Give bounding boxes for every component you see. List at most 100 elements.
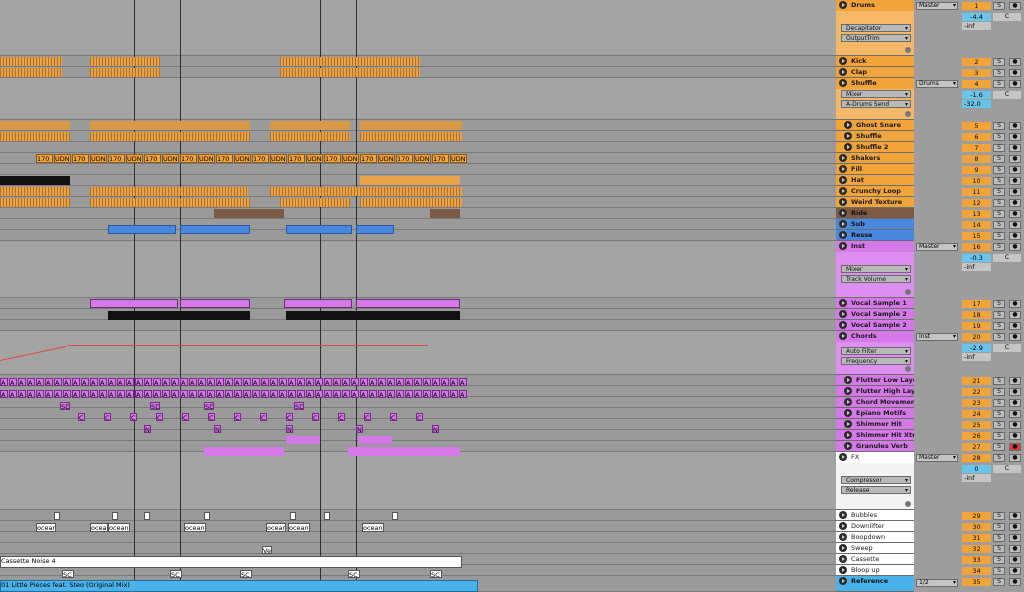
flutter-clip[interactable]: A (342, 390, 350, 398)
flutter-clip[interactable]: A (351, 390, 359, 398)
flutter-clip[interactable]: A (0, 390, 8, 398)
granules-clip[interactable] (204, 447, 284, 456)
track-number[interactable]: 14 (962, 221, 991, 229)
audio-clip[interactable] (0, 57, 62, 66)
flutter-clip[interactable]: A (387, 378, 395, 386)
flutter-clip[interactable]: A (144, 378, 152, 386)
solo-button[interactable]: S (993, 311, 1005, 319)
record-arm-button[interactable]: ● (1009, 534, 1021, 542)
epiano-clip[interactable]: C (182, 413, 189, 421)
flutter-clip[interactable]: A (441, 390, 449, 398)
pan-value[interactable]: C (993, 254, 1021, 262)
audio-clip[interactable] (360, 198, 462, 207)
audio-clip-udn[interactable]: 170 (324, 154, 341, 163)
track-header-sub[interactable]: Sub (836, 219, 914, 230)
track-fold-icon[interactable] (844, 132, 852, 140)
flutter-clip[interactable]: A (72, 390, 80, 398)
flutter-clip[interactable]: A (171, 378, 179, 386)
flutter-clip[interactable]: A (459, 390, 467, 398)
flutter-clip[interactable]: A (432, 378, 440, 386)
solo-button[interactable]: S (993, 166, 1005, 174)
flutter-clip[interactable]: A (225, 378, 233, 386)
audio-clip[interactable] (0, 187, 70, 196)
solo-button[interactable]: S (993, 122, 1005, 130)
audio-output-selector[interactable]: 1/2 (916, 579, 958, 587)
track-number[interactable]: 24 (962, 410, 991, 418)
track-fold-icon[interactable] (839, 79, 847, 87)
arrangement-lane-sweep[interactable] (0, 543, 836, 554)
flutter-clip[interactable]: A (99, 378, 107, 386)
bloop-clip[interactable]: SC (348, 570, 360, 578)
audio-clip-udn[interactable]: UDN (162, 154, 179, 163)
parameter-selector[interactable]: A-Drums Send (841, 100, 911, 108)
audio-clip[interactable] (270, 132, 350, 141)
oceans-clip[interactable]: oceans (108, 523, 130, 532)
flutter-clip[interactable]: A (369, 390, 377, 398)
track-header-reference[interactable]: Reference (836, 576, 914, 592)
track-header-flutter_low[interactable]: Flutter Low Layer (836, 375, 920, 386)
flutter-clip[interactable]: A (378, 378, 386, 386)
flutter-clip[interactable]: A (306, 390, 314, 398)
granules-clip[interactable] (348, 447, 460, 456)
track-header-vs2b[interactable]: Vocal Sample 2 (836, 320, 914, 331)
flutter-clip[interactable]: A (243, 378, 251, 386)
audio-clip-udn[interactable]: UDN (198, 154, 215, 163)
flutter-clip[interactable]: A (108, 390, 116, 398)
record-arm-button[interactable]: ● (1009, 199, 1021, 207)
flutter-clip[interactable]: A (81, 378, 89, 386)
vocal-clip[interactable] (108, 311, 250, 320)
audio-output-selector[interactable]: Master (916, 454, 958, 462)
solo-button[interactable]: S (993, 512, 1005, 520)
flutter-clip[interactable]: A (198, 390, 206, 398)
flutter-clip[interactable]: A (207, 390, 215, 398)
track-header-hat[interactable]: Hat (836, 175, 914, 186)
audio-clip-udn[interactable]: UDN (54, 154, 71, 163)
vocal-clip[interactable] (356, 299, 460, 308)
track-fold-icon[interactable] (839, 511, 847, 519)
pan-value[interactable]: C (993, 344, 1021, 352)
record-arm-button[interactable]: ● (1009, 133, 1021, 141)
track-number[interactable]: 9 (962, 166, 991, 174)
record-arm-button[interactable]: ● (1009, 188, 1021, 196)
track-number[interactable]: 6 (962, 133, 991, 141)
audio-clip-udn[interactable]: 170 (180, 154, 197, 163)
audio-clip-udn[interactable]: UDN (234, 154, 251, 163)
arrangement-lane-bubbles[interactable] (0, 510, 836, 521)
track-number[interactable]: 10 (962, 177, 991, 185)
solo-button[interactable]: S (993, 534, 1005, 542)
track-number[interactable]: 12 (962, 199, 991, 207)
flutter-clip[interactable]: A (162, 378, 170, 386)
track-header-shuffle2[interactable]: Shuffle 2 (836, 142, 914, 153)
track-number[interactable]: 33 (962, 556, 991, 564)
track-fold-icon[interactable] (844, 121, 852, 129)
record-arm-button[interactable]: ● (1009, 2, 1021, 10)
flutter-clip[interactable]: A (315, 390, 323, 398)
chord-move-clip[interactable]: SD (204, 402, 214, 410)
record-arm-button[interactable]: ● (1009, 567, 1021, 575)
solo-button[interactable]: S (993, 188, 1005, 196)
chord-move-clip[interactable]: SD (60, 402, 70, 410)
track-header-shimmer_x[interactable]: Shimmer Hit Xtra (836, 430, 920, 441)
flutter-clip[interactable]: A (18, 390, 26, 398)
volume-value[interactable]: -1.6 (962, 91, 991, 99)
solo-button[interactable]: S (993, 199, 1005, 207)
flutter-clip[interactable]: A (261, 390, 269, 398)
record-arm-button[interactable]: ● (1009, 454, 1021, 462)
track-header-sweep[interactable]: Sweep (836, 543, 914, 554)
flutter-clip[interactable]: A (333, 378, 341, 386)
audio-clip-udn[interactable]: 170 (108, 154, 125, 163)
solo-button[interactable]: S (993, 232, 1005, 240)
arrangement-lane-inst[interactable] (0, 241, 836, 298)
device-selector[interactable]: Auto Filter (841, 347, 911, 355)
track-number[interactable]: 7 (962, 144, 991, 152)
audio-clip[interactable] (360, 121, 462, 130)
solo-button[interactable]: S (993, 432, 1005, 440)
record-arm-button[interactable]: ● (1009, 69, 1021, 77)
flutter-clip[interactable]: A (396, 390, 404, 398)
audio-clip[interactable] (280, 57, 420, 66)
track-number[interactable]: 19 (962, 322, 991, 330)
track-fold-icon[interactable] (839, 220, 847, 228)
oceans-clip[interactable]: oceans (266, 523, 286, 532)
flutter-clip[interactable]: A (198, 378, 206, 386)
flutter-clip[interactable]: A (9, 390, 17, 398)
